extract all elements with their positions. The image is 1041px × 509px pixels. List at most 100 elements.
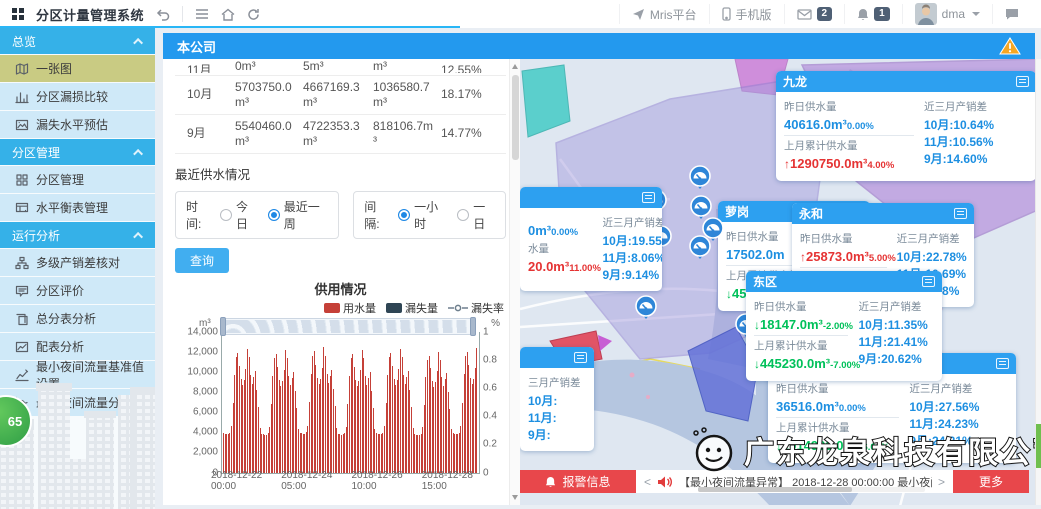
- zone-card-header[interactable]: [520, 187, 662, 208]
- x-axis-label: 2018-12-26 10:00: [352, 470, 422, 492]
- gauge-marker[interactable]: [687, 165, 713, 197]
- sidebar-item-label: 分区管理: [36, 171, 84, 188]
- sidebar-item-2-1[interactable]: 分区评价: [0, 277, 155, 304]
- legend-item-漏失量[interactable]: 漏失量: [386, 300, 438, 316]
- query-button[interactable]: 查询: [175, 248, 229, 273]
- list-icon[interactable]: [574, 352, 587, 363]
- zone-card-header[interactable]: 东区: [746, 271, 942, 292]
- radio-unselected[interactable]: [457, 209, 469, 221]
- sidebar-item-0-2[interactable]: 漏失水平预估: [0, 111, 155, 138]
- sidebar-item-2-3[interactable]: 配表分析: [0, 333, 155, 360]
- card-value: ↑1290750.0m³4.00%: [784, 156, 914, 171]
- table-cell-rate: 18.17%: [439, 75, 506, 114]
- user-menu[interactable]: dma: [902, 4, 992, 24]
- y-axis-tick: 8,000: [193, 386, 222, 397]
- warning-icon[interactable]: [999, 37, 1021, 55]
- interval-option-1[interactable]: 一日: [457, 198, 495, 232]
- scroll-up-arrow[interactable]: [512, 64, 518, 69]
- month-diff-value: 10月:19.55%: [602, 233, 654, 250]
- zone-card-lefttop[interactable]: 0m³0.00%水量20.0m³11.00%近三月产销差10月:19.55%11…: [520, 187, 662, 291]
- zone-card-header[interactable]: [520, 347, 594, 368]
- grid4-icon: [15, 173, 29, 187]
- scroll-down-arrow[interactable]: [512, 495, 518, 500]
- interval-filter-label: 间隔:: [364, 198, 390, 232]
- platform-link[interactable]: Mris平台: [619, 4, 709, 24]
- data-zoom-slider[interactable]: [221, 318, 475, 335]
- value-text: 445230.0m³: [760, 356, 830, 371]
- map-view[interactable]: 九龙昨日供水量40616.0m³0.00%上月累计供水量↑1290750.0m³…: [520, 59, 1035, 505]
- radio-unselected[interactable]: [220, 209, 232, 221]
- window-scrollbar[interactable]: [1035, 59, 1041, 505]
- time-option-0[interactable]: 今日: [220, 198, 258, 232]
- interval-option-0[interactable]: 一小时: [398, 198, 447, 232]
- sidebar-item-2-0[interactable]: 多级产销差核对: [0, 249, 155, 276]
- x-axis-labels: 2018-12-22 00:002018-12-24 05:002018-12-…: [211, 470, 492, 492]
- card-value: 20.0m³11.00%: [528, 259, 592, 274]
- legend-item-漏失率[interactable]: 漏失率: [448, 300, 504, 316]
- app-grid-icon: [12, 8, 24, 20]
- zoom-handle-right[interactable]: [470, 317, 476, 336]
- list-icon[interactable]: [642, 192, 655, 203]
- x-axis-label: 2018-12-24 05:00: [281, 470, 351, 492]
- ticker-prev-arrow[interactable]: <: [644, 475, 651, 489]
- ticker-scrollbar[interactable]: [698, 487, 925, 492]
- zone-card-header[interactable]: 永和: [792, 203, 974, 224]
- zoom-handle-left[interactable]: [220, 317, 226, 336]
- sidebar-group-label: 运行分析: [12, 227, 60, 244]
- month-diff-value: 10月:: [528, 393, 586, 410]
- list-icon[interactable]: [922, 276, 935, 287]
- scroll-thumb[interactable]: [512, 75, 519, 160]
- legend-item-用水量[interactable]: 用水量: [324, 300, 376, 316]
- bar: [476, 348, 477, 472]
- sidebar-group-header[interactable]: 分区管理: [0, 139, 155, 165]
- topbar-right: Mris平台 手机版 2 1 dma: [619, 4, 1031, 24]
- sidebar-item-label: 水平衡表管理: [36, 199, 108, 216]
- radio-selected[interactable]: [268, 209, 280, 221]
- gauge-marker[interactable]: [687, 235, 713, 267]
- more-button[interactable]: 更多: [953, 470, 1029, 493]
- panel-scrollbar[interactable]: [509, 59, 520, 505]
- radio-selected[interactable]: [398, 209, 410, 221]
- mobile-link[interactable]: 手机版: [709, 4, 784, 24]
- sidebar-item-0-0[interactable]: 一张图: [0, 55, 155, 82]
- chart-legend: 用水量漏失量漏失率: [175, 300, 504, 316]
- home-icon[interactable]: [221, 8, 235, 21]
- gauge-marker[interactable]: [633, 295, 659, 327]
- value-percent: 0.00%: [551, 227, 578, 238]
- refresh-icon[interactable]: [247, 8, 260, 21]
- alarm-info-button[interactable]: 报警信息: [520, 470, 636, 493]
- list-icon[interactable]: [996, 358, 1009, 369]
- feedback-button[interactable]: [992, 4, 1031, 24]
- month-diff-value: 10月:22.78%: [897, 249, 966, 266]
- ticker-next-arrow[interactable]: >: [938, 475, 945, 489]
- sidebar-group-header[interactable]: 运行分析: [0, 222, 155, 248]
- zone-card-header[interactable]: 九龙: [776, 71, 1035, 92]
- sidebar-group-header[interactable]: 总览: [0, 28, 155, 54]
- list-icon[interactable]: [1016, 76, 1029, 87]
- sidebar: 总览一张图分区漏损比较漏失水平预估分区管理分区管理水平衡表管理运行分析多级产销差…: [0, 28, 155, 509]
- sidebar-item-1-0[interactable]: 分区管理: [0, 166, 155, 193]
- legend-label: 用水量: [343, 300, 376, 316]
- window-scroll-thumb[interactable]: [1036, 424, 1041, 468]
- sidebar-item-1-1[interactable]: 水平衡表管理: [0, 194, 155, 221]
- notifications-button[interactable]: 1: [844, 4, 902, 24]
- list-icon[interactable]: [954, 208, 967, 219]
- undo-icon[interactable]: [156, 8, 170, 21]
- sidebar-item-2-2[interactable]: 总分表分析: [0, 305, 155, 332]
- zone-card-dongqu[interactable]: 东区昨日供水量↓18147.0m³-2.00%上月累计供水量↓445230.0m…: [746, 271, 942, 381]
- quarter-diff-label: 近三月产销差: [897, 231, 966, 246]
- zone-card-title: 东区: [753, 273, 777, 290]
- time-option-1[interactable]: 最近一周: [268, 198, 328, 232]
- right-axis-unit: %: [491, 318, 500, 329]
- menu-icon[interactable]: [195, 8, 209, 20]
- tablegear-icon: [15, 201, 29, 215]
- zone-card-leftbottom[interactable]: 三月产销差10月:11月:9月:: [520, 347, 594, 451]
- zone-card-jiulong[interactable]: 九龙昨日供水量40616.0m³0.00%上月累计供水量↑1290750.0m³…: [776, 71, 1035, 181]
- sidebar-item-0-1[interactable]: 分区漏损比较: [0, 83, 155, 110]
- ticker-scroll-thumb[interactable]: [698, 487, 852, 492]
- envelope-icon: [797, 9, 812, 20]
- chevron-up-icon: [133, 37, 143, 47]
- table-cell-rate: 12.55%: [439, 59, 506, 75]
- messages-button[interactable]: 2: [784, 4, 845, 24]
- month-diff-value: 11月:21.41%: [858, 334, 934, 351]
